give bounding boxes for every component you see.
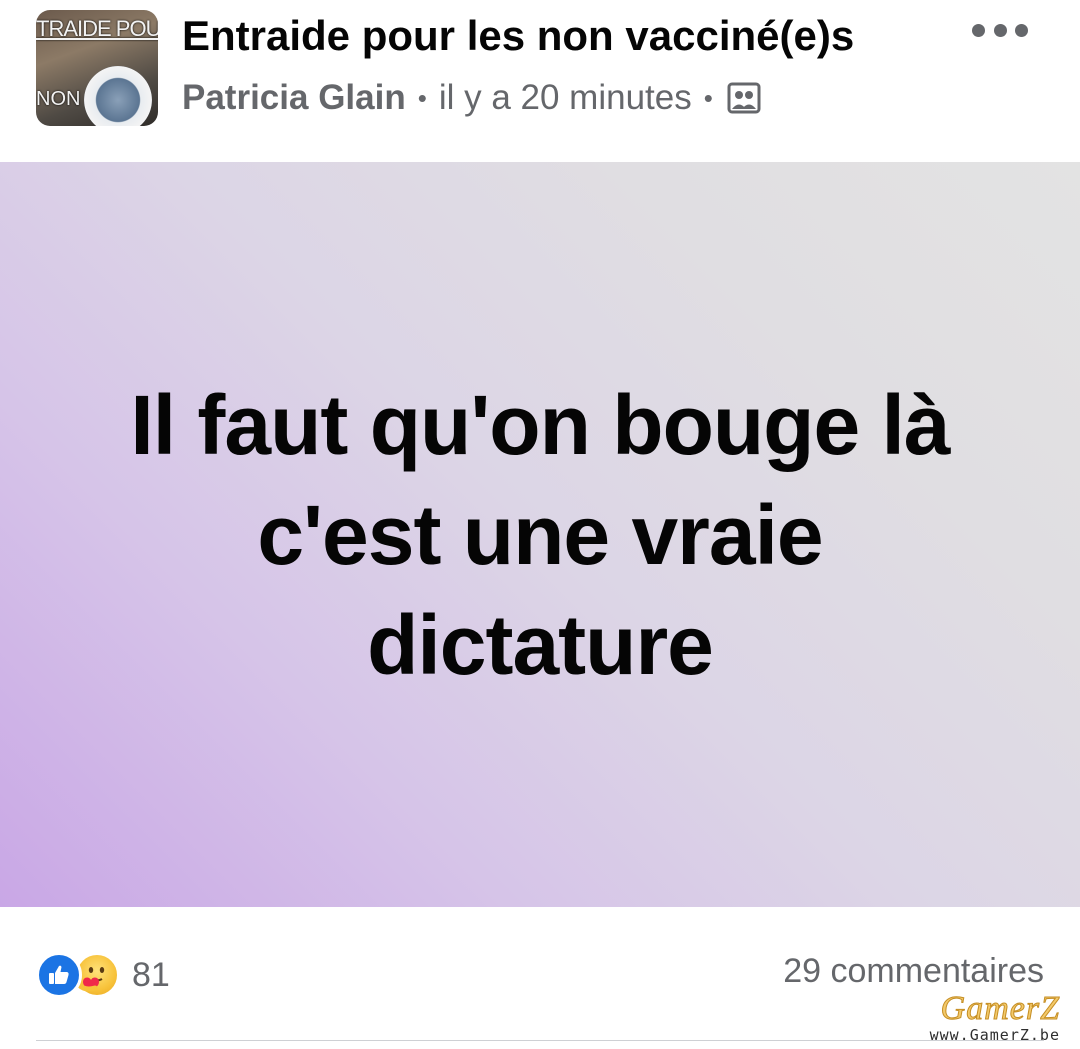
avatar-badge-logo [84, 66, 152, 126]
reaction-count: 81 [132, 955, 170, 994]
group-members-icon[interactable] [727, 82, 761, 114]
post-timestamp[interactable]: il y a 20 minutes [439, 78, 692, 118]
meta-separator: • [417, 82, 427, 113]
more-options-button[interactable] [972, 16, 1028, 44]
group-avatar[interactable]: TRAIDE POU NON [36, 10, 158, 126]
avatar-text-bottom: NON [36, 88, 81, 110]
watermark: GamerZ www.GamerZ.be [929, 990, 1060, 1044]
post-text-background[interactable]: Il faut qu'on bouge là c'est une vraie d… [0, 162, 1080, 907]
post-text: Il faut qu'on bouge là c'est une vraie d… [130, 377, 950, 692]
post-header: TRAIDE POU NON Entraide pour les non vac… [0, 0, 1080, 160]
divider [36, 1040, 1044, 1041]
avatar-text-top: TRAIDE POU [36, 16, 158, 41]
author-name-link[interactable]: Patricia Glain [182, 78, 406, 118]
comments-count-link[interactable]: 29 commentaires [783, 952, 1044, 991]
meta-separator: • [703, 82, 713, 113]
watermark-url: www.GamerZ.be [929, 1026, 1060, 1044]
group-name-link[interactable]: Entraide pour les non vacciné(e)s [182, 12, 854, 60]
post-footer: 81 29 commentaires GamerZ www.GamerZ.be [0, 908, 1080, 1049]
care-face-icon [77, 967, 105, 992]
more-options-icon [993, 23, 1007, 37]
like-icon [36, 952, 82, 998]
thumbs-up-icon [49, 965, 69, 984]
reactions-summary[interactable]: 81 [36, 952, 170, 998]
watermark-logo: GamerZ [940, 990, 1060, 1027]
more-options-icon [972, 23, 985, 37]
post-meta: Patricia Glain • il y a 20 minutes • [182, 76, 761, 120]
more-options-icon [1015, 23, 1028, 37]
